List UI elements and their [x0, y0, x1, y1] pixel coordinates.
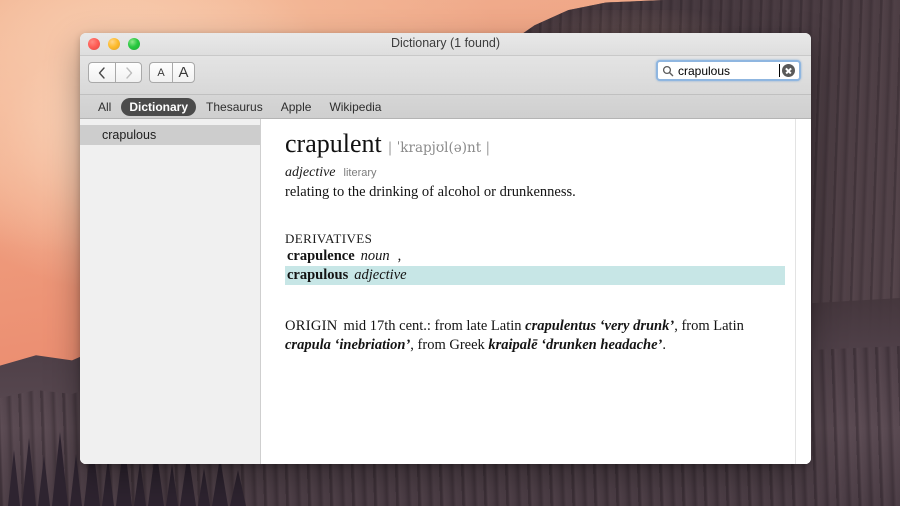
origin-paragraph: ORIGIN mid 17th cent.: from late Latin cr…	[285, 317, 775, 355]
navigation-buttons	[88, 62, 142, 83]
tab-dictionary[interactable]: Dictionary	[121, 97, 197, 116]
list-item[interactable]: crapulous	[80, 125, 260, 145]
window-body: crapulous crapulent | ˈkrapjʊl(ə)nt | ad…	[80, 119, 811, 464]
pronunciation-ipa: ˈkrapjʊl(ə)nt	[396, 140, 482, 156]
origin-part: .	[662, 337, 667, 353]
headword: crapulent	[285, 129, 382, 158]
origin-part: , from Latin	[674, 318, 744, 334]
definition-text: relating to the drinking of alcohol or d…	[285, 184, 576, 200]
vertical-scrollbar[interactable]	[795, 119, 811, 464]
derivative-pos: noun	[360, 248, 390, 264]
window-titlebar[interactable]: Dictionary (1 found)	[80, 33, 811, 56]
tab-all[interactable]: All	[90, 98, 119, 116]
text-size-buttons: A A	[149, 62, 195, 83]
back-button[interactable]	[88, 62, 115, 83]
pronunciation-close-bar: |	[485, 140, 491, 156]
origin-part: , from Greek	[410, 337, 489, 353]
search-input[interactable]: crapulous	[678, 64, 779, 78]
dictionary-window: Dictionary (1 found) A A crapulous All D…	[80, 33, 811, 464]
pronunciation: | ˈkrapjʊl(ə)nt |	[388, 140, 490, 156]
results-sidebar: crapulous	[80, 119, 261, 464]
derivative-pos: adjective	[354, 267, 407, 283]
tab-wikipedia[interactable]: Wikipedia	[321, 98, 389, 116]
search-icon	[662, 65, 674, 76]
definition-pane: crapulent | ˈkrapjʊl(ə)nt | adjective lit…	[261, 119, 811, 464]
origin-etymon: kraipalē ‘drunken headache’	[488, 337, 663, 353]
derivatives-heading: DERIVATIVES	[285, 231, 373, 246]
toolbar: A A crapulous	[80, 56, 811, 95]
headword-line: crapulent | ˈkrapjʊl(ə)nt |	[285, 129, 811, 159]
clear-search-icon[interactable]	[782, 64, 795, 77]
derivative-row: crapulence noun,	[287, 247, 811, 266]
dictionary-entry: crapulent | ˈkrapjʊl(ə)nt | adjective lit…	[261, 119, 811, 355]
derivative-word: crapulous	[287, 267, 349, 283]
tab-apple[interactable]: Apple	[273, 98, 320, 116]
window-title: Dictionary (1 found)	[390, 36, 501, 50]
derivative-word: crapulence	[287, 248, 355, 264]
derivative-separator: ,	[397, 248, 402, 264]
part-of-speech-line: adjective literary	[285, 165, 811, 181]
tab-thesaurus[interactable]: Thesaurus	[198, 98, 271, 116]
increase-text-size-button[interactable]: A	[172, 62, 195, 83]
chevron-right-icon	[125, 66, 132, 79]
origin-part: mid 17th cent.: from late Latin	[343, 318, 526, 334]
source-tab-bar: All Dictionary Thesaurus Apple Wikipedia	[80, 95, 811, 119]
part-of-speech: adjective	[285, 165, 336, 180]
origin-etymon: crapula ‘inebriation’	[285, 337, 411, 353]
register-label: literary	[343, 167, 377, 179]
origin-heading: ORIGIN	[285, 318, 338, 334]
decrease-text-size-button[interactable]: A	[149, 62, 172, 83]
pronunciation-open-bar: |	[387, 140, 393, 156]
derivative-row-highlighted: crapulous adjective	[285, 266, 785, 285]
search-field[interactable]: crapulous	[656, 60, 801, 81]
chevron-left-icon	[98, 66, 105, 79]
origin-etymon: crapulentus ‘very drunk’	[525, 318, 675, 334]
text-cursor	[779, 64, 780, 77]
forward-button[interactable]	[115, 62, 142, 83]
